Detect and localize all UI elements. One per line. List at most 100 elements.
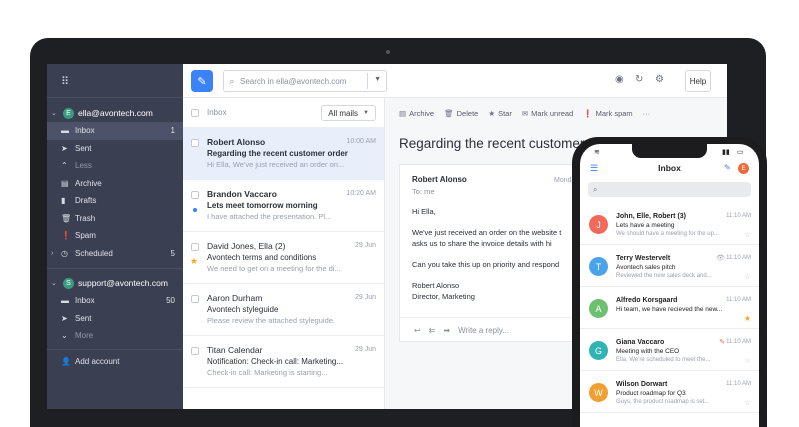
account-avatar: E xyxy=(63,107,74,119)
phone-search-input[interactable]: ⌕ xyxy=(588,182,751,197)
list-item[interactable]: ★ David Jones, Ella (2) 29 Jun Avontech ter… xyxy=(183,232,384,284)
sidebar-item-drafts[interactable]: ▮ Drafts xyxy=(47,192,183,210)
add-account-button[interactable]: 👤 Add account xyxy=(47,353,183,371)
sidebar-item-label: Drafts xyxy=(75,196,97,206)
list-item[interactable]: Titan Calendar 29 Jun Notification: Check-… xyxy=(183,336,384,388)
sidebar-item-label: Less xyxy=(75,161,92,171)
sidebar-item-sent[interactable]: ➤ Sent xyxy=(47,310,183,328)
message-preview: We need to get on a meeting for the di..… xyxy=(207,264,341,273)
forward-icon[interactable]: ➡ xyxy=(443,326,450,335)
more-icon: ··· xyxy=(642,108,651,118)
account-header[interactable]: ⌄ Ssupport@avontech.com xyxy=(47,274,183,292)
sidebar-content: ⌄ Eella@avontech.com ▬ Inbox 1 ➤ Sent ⌃ Less ▤ Arc… xyxy=(47,104,183,370)
sidebar-item-label: Sent xyxy=(75,143,92,153)
sidebar-item-label: Spam xyxy=(75,231,96,241)
message-time: 11:10 AM xyxy=(726,297,751,303)
compose-button[interactable]: ✎ xyxy=(191,70,213,92)
list-item[interactable]: Brandon Vaccaro 10:20 AM Lets meet tomorro… xyxy=(183,180,384,232)
avatar: G xyxy=(589,341,608,360)
search-dropdown-icon[interactable]: ▼ xyxy=(374,76,381,83)
trash-icon: 🗑 xyxy=(444,108,454,118)
reply-icon[interactable]: ↩ xyxy=(414,326,421,335)
reply-all-icon[interactable]: ⇇ xyxy=(429,326,436,335)
mail-icon: ✉ xyxy=(521,108,529,118)
sidebar-item-spam[interactable]: ❗ Spam xyxy=(47,227,183,245)
eye-icon: 👁 xyxy=(716,255,725,262)
phone-app: ≋ ▮▮ ▭ ☰ Inbox ✎ E ⌕ J John, Elle, Robert… xyxy=(580,144,759,427)
phone-list-item[interactable]: W Wilson Dorwart 11:10 AM Product roadmap f… xyxy=(580,372,759,413)
phone-title: Inbox xyxy=(658,163,681,173)
sidebar-item-inbox[interactable]: ▬ Inbox 50 xyxy=(47,292,183,310)
chevron-right-icon[interactable]: › xyxy=(51,250,53,257)
settings-gear-icon[interactable]: ⚙ xyxy=(655,74,664,85)
sidebar-item-label: More xyxy=(75,331,94,341)
star-icon[interactable]: ★ xyxy=(744,314,751,323)
sidebar-item-trash[interactable]: 🗑 Trash xyxy=(47,210,183,228)
mark-unread-button[interactable]: ✉ Mark unread xyxy=(522,109,573,118)
star-icon[interactable]: ☆ xyxy=(744,272,751,281)
message-sender: Terry Westervelt xyxy=(616,255,671,262)
avatar: J xyxy=(589,215,608,234)
avatar: T xyxy=(589,257,608,276)
star-icon[interactable]: ★ xyxy=(190,256,198,267)
star-icon[interactable]: ☆ xyxy=(744,356,751,365)
message-time: 11:10 AM xyxy=(726,213,751,219)
eye-icon[interactable]: ◉ xyxy=(615,74,624,85)
select-all-checkbox[interactable] xyxy=(191,108,199,117)
sidebar-item-label: Sent xyxy=(75,313,92,323)
message-preview: We should have a meeting for the up... xyxy=(616,231,719,237)
message-preview: Ella, We're scheduled to meet the... xyxy=(616,357,711,363)
star-button[interactable]: ★ Star xyxy=(488,109,512,118)
list-item[interactable]: Robert Alonso 10:00 AM Regarding the recen… xyxy=(183,128,384,180)
chevron-down-icon[interactable]: ⌄ xyxy=(51,279,59,287)
message-subject: Avontech terms and conditions xyxy=(207,253,317,262)
sidebar-item-more[interactable]: ⌄ More xyxy=(47,327,183,345)
more-button[interactable]: ··· xyxy=(643,109,654,118)
battery-icon: ▭ xyxy=(737,149,744,156)
account-email: ella@avontech.com xyxy=(78,108,153,118)
compose-icon[interactable]: ✎ xyxy=(724,163,731,172)
message-sender: Giana Vaccaro xyxy=(616,339,665,346)
message-checkbox[interactable] xyxy=(191,347,199,355)
search-input[interactable]: ⌕ Search in ella@avontech.com ▼ xyxy=(223,70,387,92)
sidebar-top: ⠿ xyxy=(47,64,183,98)
phone-list-item[interactable]: J John, Elle, Robert (3) 11:10 AM Lets have… xyxy=(580,204,759,245)
chevron-up-icon: ⌃ xyxy=(61,161,68,171)
trash-icon: 🗑 xyxy=(61,213,72,223)
star-icon[interactable]: ☆ xyxy=(744,230,751,239)
help-button[interactable]: Help xyxy=(685,70,711,92)
sidebar-item-label: Trash xyxy=(75,213,96,223)
unread-count: 1 xyxy=(170,126,175,136)
refresh-icon[interactable]: ↻ xyxy=(635,74,643,85)
message-checkbox[interactable] xyxy=(191,191,199,199)
mark-spam-button[interactable]: ❗ Mark spam xyxy=(583,109,632,118)
delete-button[interactable]: 🗑 Delete xyxy=(444,109,478,118)
phone-list-item[interactable]: T Terry Westervelt 11:10 AM Avontech sales … xyxy=(580,246,759,287)
chevron-down-icon[interactable]: ⌄ xyxy=(51,109,59,117)
compose-icon: ✎ xyxy=(197,75,207,88)
avatar[interactable]: E xyxy=(738,163,749,174)
reply-input[interactable]: Write a reply... xyxy=(458,326,509,335)
message-checkbox[interactable] xyxy=(191,139,199,147)
message-checkbox[interactable] xyxy=(191,243,199,251)
add-user-icon: 👤 xyxy=(61,356,71,366)
account-header[interactable]: ⌄ Eella@avontech.com xyxy=(47,104,183,122)
phone-list-item[interactable]: G Giana Vaccaro 11:10 AM Meeting with the C… xyxy=(580,330,759,371)
sidebar-item-inbox[interactable]: ▬ Inbox 1 xyxy=(47,122,183,140)
apps-grid-icon[interactable]: ⠿ xyxy=(61,75,70,88)
top-toolbar: ✎ ⌕ Search in ella@avontech.com ▼ ◉ ↻ ⚙ … xyxy=(183,64,727,98)
star-icon[interactable]: ☆ xyxy=(744,398,751,407)
mail-filter-select[interactable]: All mails ▼ xyxy=(321,105,376,121)
sidebar-item-archive[interactable]: ▤ Archive xyxy=(47,175,183,193)
sidebar-item-sent[interactable]: ➤ Sent xyxy=(47,140,183,158)
list-item[interactable]: Aaron Durham 29 Jun Avontech styleguide Ple… xyxy=(183,284,384,336)
message-checkbox[interactable] xyxy=(191,295,199,303)
sidebar-item-scheduled[interactable]: › ◷ Scheduled 5 xyxy=(47,245,183,263)
sidebar-item-less[interactable]: ⌃ Less xyxy=(47,157,183,175)
chevron-down-icon: ⌄ xyxy=(61,331,68,341)
mail-filter-label: All mails xyxy=(328,108,359,118)
archive-button[interactable]: ▤ Archive xyxy=(399,109,434,118)
wifi-icon: ≋ xyxy=(594,149,600,156)
phone-list-item[interactable]: A Alfredo Korsgaard 11:10 AM Hi team, we ha… xyxy=(580,288,759,329)
message-sender: John, Elle, Robert (3) xyxy=(616,213,687,220)
